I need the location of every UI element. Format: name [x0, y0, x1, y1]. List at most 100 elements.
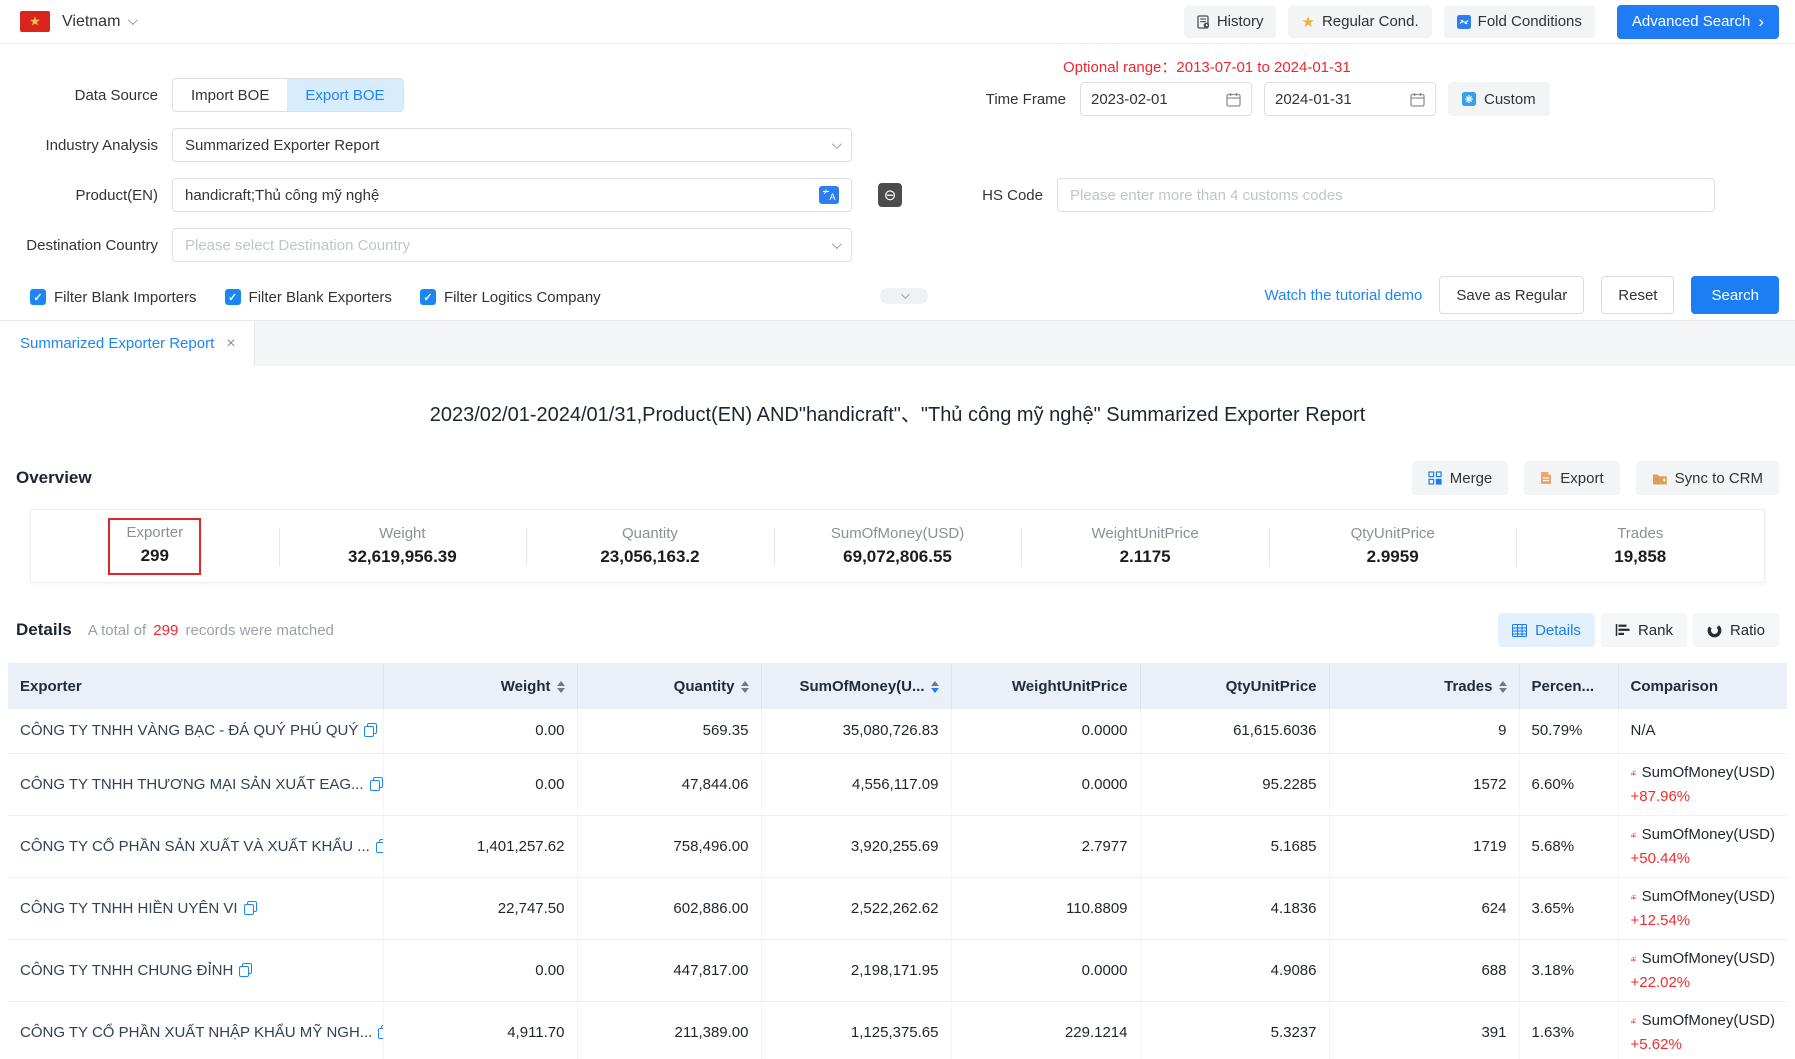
regular-cond-button[interactable]: ★ Regular Cond. — [1288, 6, 1431, 38]
cell-weight-unit-price: 0.0000 — [951, 753, 1140, 815]
import-boe-tab[interactable]: Import BOE — [173, 79, 287, 111]
svg-text:A: A — [830, 192, 836, 202]
chevron-down-icon — [832, 139, 842, 149]
view-switcher: Details Rank Ratio — [1498, 613, 1779, 647]
merge-button[interactable]: Merge — [1412, 461, 1509, 495]
exporter-name[interactable]: CÔNG TY TNHH THƯƠNG MẠI SẢN XUẤT EAG... — [20, 776, 364, 793]
sync-to-crm-button[interactable]: Sync to CRM — [1636, 461, 1779, 495]
cell-percent: 50.79% — [1519, 709, 1618, 753]
overview-heading: Overview — [16, 468, 92, 488]
copy-icon[interactable] — [364, 723, 377, 737]
table-row: CÔNG TY CỔ PHẦN SẢN XUẤT VÀ XUẤT KHẨU ..… — [8, 815, 1787, 877]
hs-code-input[interactable] — [1070, 187, 1702, 204]
cell-percent: 3.18% — [1519, 939, 1618, 1001]
filter-blank-exporters-checkbox[interactable]: ✓ Filter Blank Exporters — [225, 289, 392, 306]
exporter-name[interactable]: CÔNG TY CỔ PHẦN SẢN XUẤT VÀ XUẤT KHẨU ..… — [20, 838, 370, 855]
report-title: 2023/02/01-2024/01/31,Product(EN) AND"ha… — [0, 398, 1795, 427]
header-sum-of-money[interactable]: SumOfMoney(U... — [761, 663, 951, 709]
exporter-name[interactable]: CÔNG TY TNHH VÀNG BẠC - ĐÁ QUÝ PHÚ QUÝ — [20, 722, 358, 739]
tutorial-demo-link[interactable]: Watch the tutorial demo — [1265, 287, 1423, 304]
cell-sum: 1,125,375.65 — [761, 1001, 951, 1059]
record-count: 299 — [150, 622, 181, 639]
header-qty-unit-price: QtyUnitPrice — [1140, 663, 1329, 709]
fold-conditions-button[interactable]: Fold Conditions — [1444, 6, 1595, 38]
trend-up-icon — [1631, 952, 1636, 966]
cell-qty-unit-price: 5.1685 — [1140, 815, 1329, 877]
custom-range-button[interactable]: Custom — [1448, 82, 1550, 116]
exclude-keyword-icon[interactable]: ⊖ — [878, 183, 902, 207]
close-icon[interactable]: × — [226, 335, 235, 353]
overview-stats-panel: Exporter 299 Weight 32,619,956.39 Quanti… — [30, 509, 1765, 583]
copy-icon[interactable] — [370, 777, 383, 791]
checkbox-checked-icon: ✓ — [225, 289, 241, 305]
search-form: Optional range：2013-07-01 to 2024-01-31 … — [0, 44, 1795, 320]
stat-qty-unit-price: QtyUnitPrice 2.9959 — [1269, 510, 1517, 582]
cell-comparison: SumOfMoney(USD) +5.62% — [1618, 1001, 1787, 1059]
product-en-input[interactable] — [185, 187, 811, 204]
destination-country-select[interactable]: Please select Destination Country — [172, 228, 852, 262]
sort-desc-icon — [931, 681, 939, 693]
cell-sum: 2,522,262.62 — [761, 877, 951, 939]
view-ratio-button[interactable]: Ratio — [1693, 613, 1779, 647]
header-comparison: Comparison — [1618, 663, 1787, 709]
cell-weight: 1,401,257.62 — [383, 815, 577, 877]
table-row: CÔNG TY TNHH HIỀN UYÊN VI 22,747.50 602,… — [8, 877, 1787, 939]
highlight-red-box: Exporter 299 — [108, 518, 201, 575]
copy-icon[interactable] — [239, 963, 252, 977]
cell-sum: 2,198,171.95 — [761, 939, 951, 1001]
calendar-icon — [1226, 92, 1241, 107]
trend-up-icon — [1631, 766, 1636, 780]
history-button[interactable]: History — [1184, 6, 1277, 38]
custom-icon — [1462, 92, 1476, 106]
cell-trades: 391 — [1329, 1001, 1519, 1059]
industry-analysis-select[interactable]: Summarized Exporter Report — [172, 128, 852, 162]
collapse-conditions-handle[interactable] — [880, 288, 928, 304]
stat-exporter: Exporter 299 — [31, 510, 279, 582]
exporter-name[interactable]: CÔNG TY TNHH HIỀN UYÊN VI — [20, 900, 238, 917]
history-icon — [1197, 15, 1210, 29]
cell-weight-unit-price: 110.8809 — [951, 877, 1140, 939]
checkbox-checked-icon: ✓ — [420, 289, 436, 305]
exporter-name[interactable]: CÔNG TY CỔ PHẦN XUẤT NHẬP KHẨU MỸ NGH... — [20, 1024, 372, 1041]
header-weight[interactable]: Weight — [383, 663, 577, 709]
cell-weight: 0.00 — [383, 709, 577, 753]
sort-icon — [741, 681, 749, 693]
cell-trades: 1572 — [1329, 753, 1519, 815]
table-row: CÔNG TY CỔ PHẦN XUẤT NHẬP KHẨU MỸ NGH...… — [8, 1001, 1787, 1059]
sort-icon — [1499, 681, 1507, 693]
copy-icon[interactable] — [376, 839, 383, 853]
exporter-name[interactable]: CÔNG TY TNHH CHUNG ĐỈNH — [20, 962, 233, 979]
export-button[interactable]: Export — [1524, 461, 1619, 495]
filter-blank-importers-checkbox[interactable]: ✓ Filter Blank Importers — [30, 289, 197, 306]
tab-summarized-exporter-report[interactable]: Summarized Exporter Report × — [0, 321, 255, 366]
sort-icon — [557, 681, 565, 693]
header-quantity[interactable]: Quantity — [577, 663, 761, 709]
table-header-row: Exporter Weight Quantity SumOfMoney(U...… — [8, 663, 1787, 709]
advanced-search-button[interactable]: Advanced Search › — [1617, 5, 1779, 39]
details-table: Exporter Weight Quantity SumOfMoney(U...… — [8, 663, 1787, 1059]
reset-button[interactable]: Reset — [1601, 276, 1674, 314]
cell-comparison: SumOfMoney(USD) +12.54% — [1618, 877, 1787, 939]
export-boe-tab[interactable]: Export BOE — [287, 79, 402, 111]
table-row: CÔNG TY TNHH THƯƠNG MẠI SẢN XUẤT EAG... … — [8, 753, 1787, 815]
date-from-field[interactable]: 2023-02-01 — [1080, 82, 1252, 116]
cell-trades: 624 — [1329, 877, 1519, 939]
cell-percent: 6.60% — [1519, 753, 1618, 815]
view-details-button[interactable]: Details — [1498, 613, 1595, 647]
view-rank-button[interactable]: Rank — [1601, 613, 1687, 647]
copy-icon[interactable] — [378, 1025, 383, 1039]
date-to-field[interactable]: 2024-01-31 — [1264, 82, 1436, 116]
copy-icon[interactable] — [244, 901, 257, 915]
header-trades[interactable]: Trades — [1329, 663, 1519, 709]
cell-weight-unit-price: 0.0000 — [951, 709, 1140, 753]
country-selector[interactable]: ★ Vietnam — [20, 11, 135, 32]
export-file-icon — [1540, 471, 1552, 485]
data-source-segmented: Import BOE Export BOE — [172, 78, 404, 112]
rank-bars-icon — [1615, 623, 1630, 637]
save-as-regular-button[interactable]: Save as Regular — [1439, 276, 1584, 314]
translate-icon[interactable]: A — [819, 186, 839, 204]
cell-weight: 0.00 — [383, 939, 577, 1001]
cell-quantity: 569.35 — [577, 709, 761, 753]
filter-logitics-company-checkbox[interactable]: ✓ Filter Logitics Company — [420, 289, 601, 306]
search-button[interactable]: Search — [1691, 276, 1779, 314]
